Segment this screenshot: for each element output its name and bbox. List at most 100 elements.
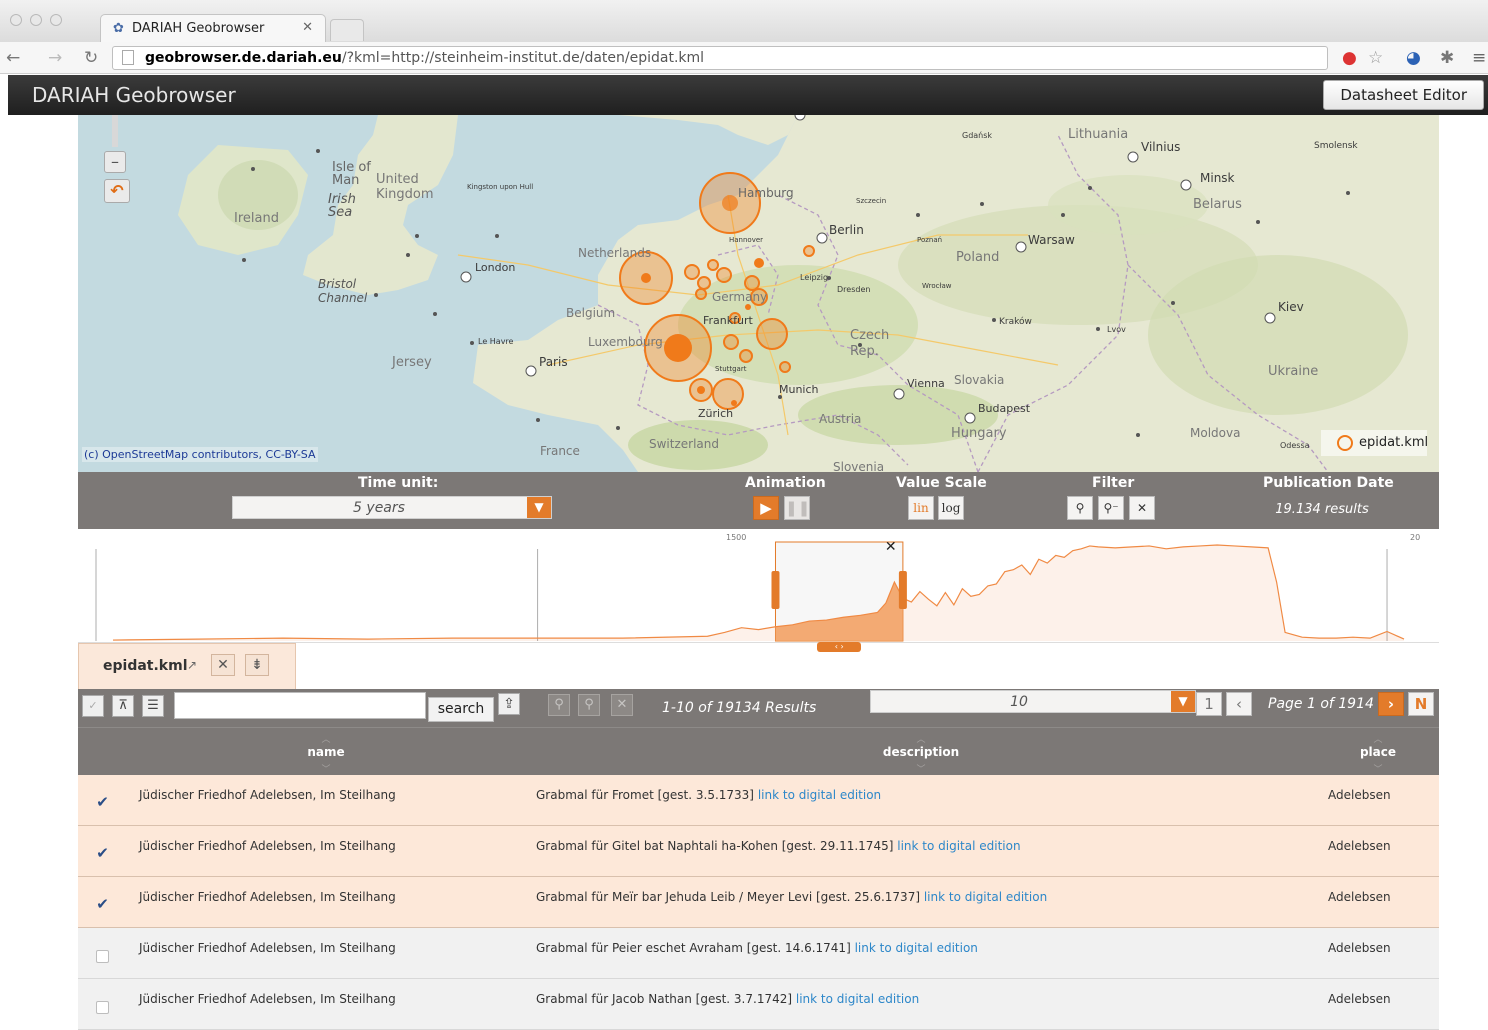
row-checkbox[interactable]: ✔ [96,846,109,861]
map-label-krakow: Kraków [999,317,1032,327]
timeline-plot[interactable]: 1500 20 ✕ [78,529,1439,643]
table-row[interactable]: ✔ Jüdischer Friedhof Adelebsen, Im Steilh… [78,877,1439,928]
pause-button[interactable]: ❚❚ [784,496,810,520]
map-label-isle-of-man: Isle of Man [332,160,371,188]
time-unit-select[interactable]: 5 years ▼ [232,496,552,519]
table-row[interactable]: Jüdischer Friedhof Adelebsen, Im Steilha… [78,928,1439,979]
zoom-control[interactable]: – [104,115,126,177]
first-page-button[interactable]: 1 [1196,692,1222,716]
sort-down-icon[interactable]: ﹀ [316,762,336,775]
sort-up-icon[interactable]: ︿ [1368,732,1388,745]
map-label-ukraine: Ukraine [1268,364,1319,379]
map-label-lithuania: Lithuania [1068,127,1129,142]
address-bar[interactable]: geobrowser.de.dariah.eu/?kml=http://stei… [112,46,1328,70]
extension-icon[interactable]: ✱ [1440,48,1454,68]
upload-icon[interactable]: ⇪ [498,693,520,715]
play-button[interactable]: ▶ [753,496,779,520]
page-size-select[interactable]: 10 ▼ [870,690,1196,713]
show-all-icon[interactable]: ☰ [142,695,164,717]
new-tab-button[interactable] [330,19,364,41]
table-search-input[interactable] [174,692,426,719]
filter-inverse-icon[interactable]: ⚲⁻ [1098,496,1124,520]
app-header: DARIAH Geobrowser Datasheet Editor [8,75,1488,115]
dataset-name: epidat.kml [103,658,188,674]
dataset-tab[interactable]: epidat.kml ↗ ✕ ⇟ [78,643,296,689]
column-description-header[interactable]: description [861,745,981,759]
window-zoom-button[interactable] [50,14,62,26]
zoom-slider[interactable] [112,115,118,147]
map-attribution: (c) OpenStreetMap contributors, CC-BY-SA [82,447,318,462]
filter-label: Filter [1092,475,1135,491]
table-row[interactable]: Jüdischer Friedhof Adelebsen, Im Steilha… [78,979,1439,1030]
sort-up-icon[interactable]: ︿ [316,732,336,745]
scale-log-button[interactable]: log [938,496,964,520]
forward-arrow-icon[interactable]: → [48,48,62,68]
table-filter-inverse-icon[interactable]: ⚲ [578,694,600,716]
map-label-irish-sea: Irish Sea [328,192,356,220]
datasheet-editor-button[interactable]: Datasheet Editor [1323,80,1484,110]
window-close-button[interactable] [10,14,22,26]
menu-icon[interactable]: ≡ [1472,48,1486,68]
row-checkbox[interactable]: ✔ [96,795,109,810]
last-page-button[interactable]: N [1408,692,1434,716]
prev-page-button[interactable]: ‹ [1226,692,1252,716]
filter-clear-icon[interactable]: ✕ [1129,496,1155,520]
reload-icon[interactable]: ↻ [84,48,98,68]
digital-edition-link[interactable]: link to digital edition [796,992,919,1006]
bookmark-star-icon[interactable]: ☆ [1368,48,1383,68]
map-label-leipzig: Leipzig [800,273,829,282]
back-arrow-icon[interactable]: ← [6,48,20,68]
animation-label: Animation [745,475,826,491]
sort-down-icon[interactable]: ﹀ [1368,762,1388,775]
globe-icon[interactable]: ◕ [1406,48,1421,68]
adblock-icon[interactable]: ● [1342,48,1357,68]
reset-view-button[interactable]: ↶ [104,179,130,203]
selection-close-icon[interactable]: ✕ [885,539,897,555]
chevron-down-icon[interactable]: ▼ [527,497,551,518]
select-all-checkbox[interactable]: ✓ [82,695,104,717]
sort-down-icon[interactable]: ﹀ [911,762,931,775]
map-label-budapest: Budapest [978,402,1031,415]
map-label-le-havre: Le Havre [478,337,514,346]
digital-edition-link[interactable]: link to digital edition [897,839,1020,853]
filter-zoom-icon[interactable]: ⚲ [1067,496,1093,520]
digital-edition-link[interactable]: link to digital edition [758,788,881,802]
map-label-bristol-channel: Bristol Channel [318,277,368,305]
row-name: Jüdischer Friedhof Adelebsen, Im Steilha… [139,890,396,904]
column-name-header[interactable]: name [276,745,376,759]
row-description: Grabmal für Gitel bat Naphtali ha-Kohen … [536,839,1021,853]
sort-up-icon[interactable]: ︿ [911,732,931,745]
tab-close-icon[interactable]: ✕ [302,20,313,35]
column-place-header[interactable]: place [1338,745,1418,759]
row-checkbox[interactable]: ✔ [96,897,109,912]
browser-tab[interactable]: ✿ DARIAH Geobrowser ✕ [100,14,326,42]
map-label-frankfurt: Frankfurt [703,314,753,327]
dataset-remove-icon[interactable]: ✕ [211,654,235,676]
external-link-icon[interactable]: ↗ [187,658,197,672]
show-selected-icon[interactable]: ⊼ [112,695,134,717]
selection-right-handle [898,571,907,609]
table-row[interactable]: ✔ Jüdischer Friedhof Adelebsen, Im Steilh… [78,775,1439,826]
publication-date-label: Publication Date [1263,475,1394,491]
row-checkbox[interactable] [96,950,109,963]
table-filter-zoom-icon[interactable]: ⚲ [548,694,570,716]
search-button[interactable]: search [428,697,494,722]
map-label-berlin: Berlin [829,223,864,237]
scale-lin-button[interactable]: lin [908,496,934,520]
map-label-switzerland: Switzerland [649,437,719,451]
table-filter-clear-icon[interactable]: ✕ [611,694,633,716]
map-label-ireland: Ireland [234,211,279,226]
chevron-down-icon[interactable]: ▼ [1171,691,1195,712]
map-view[interactable]: Lithuania Vilnius Smolensk Minsk Belarus… [78,115,1439,472]
dataset-export-icon[interactable]: ⇟ [245,654,269,676]
table-row[interactable]: ✔ Jüdischer Friedhof Adelebsen, Im Steilh… [78,826,1439,877]
zoom-out-button[interactable]: – [104,151,126,173]
map-label-london: London [475,261,516,274]
row-checkbox[interactable] [96,1001,109,1014]
window-minimize-button[interactable] [30,14,42,26]
next-page-button[interactable]: › [1378,692,1404,716]
digital-edition-link[interactable]: link to digital edition [924,890,1047,904]
map-label-zurich: Zürich [698,407,734,420]
selection-drag-handle[interactable]: ‹ › [817,642,862,652]
digital-edition-link[interactable]: link to digital edition [855,941,978,955]
